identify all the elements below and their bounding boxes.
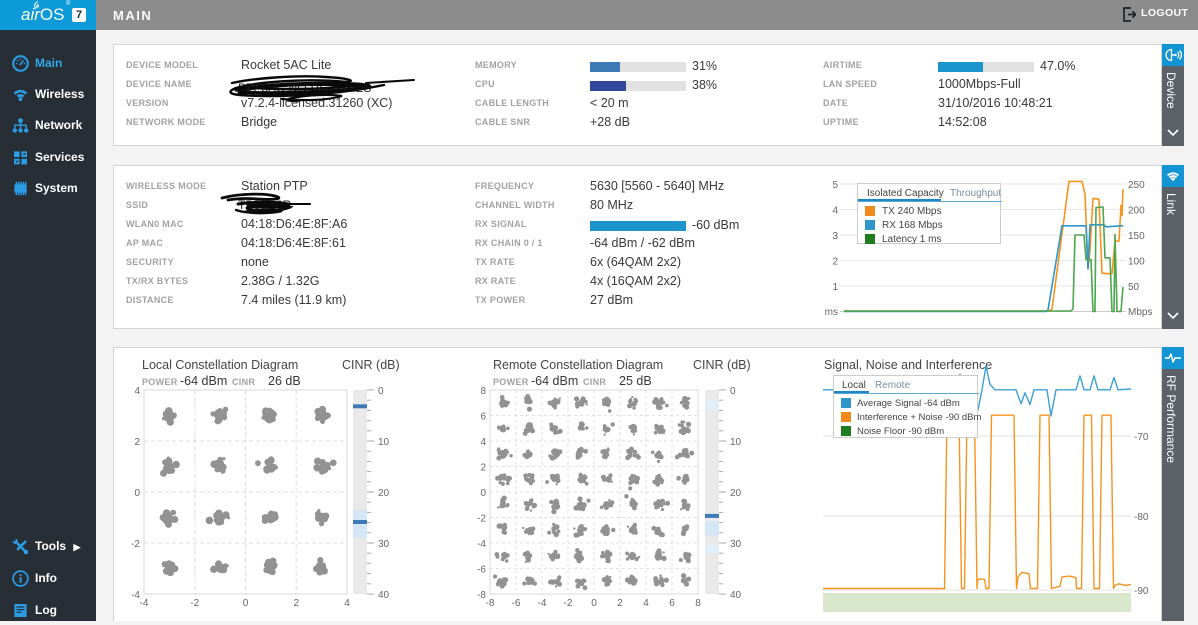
svg-text:6: 6 bbox=[669, 598, 675, 609]
svg-text:0: 0 bbox=[591, 598, 597, 609]
svg-text:40: 40 bbox=[730, 590, 742, 601]
svg-text:-8: -8 bbox=[486, 598, 495, 609]
svg-text:-2: -2 bbox=[131, 539, 140, 550]
svg-text:-4: -4 bbox=[477, 539, 486, 550]
svg-text:-70: -70 bbox=[1134, 432, 1149, 443]
svg-text:2: 2 bbox=[617, 598, 623, 609]
svg-text:-2: -2 bbox=[564, 598, 573, 609]
svg-text:4: 4 bbox=[643, 598, 649, 609]
svg-text:150: 150 bbox=[1128, 231, 1145, 242]
svg-text:8: 8 bbox=[695, 598, 701, 609]
svg-text:0: 0 bbox=[480, 488, 486, 499]
svg-text:100: 100 bbox=[1128, 257, 1145, 268]
svg-text:-90: -90 bbox=[1134, 586, 1149, 597]
svg-text:10: 10 bbox=[730, 437, 742, 448]
svg-text:3: 3 bbox=[832, 231, 838, 242]
svg-text:-2: -2 bbox=[190, 598, 199, 609]
svg-text:6: 6 bbox=[480, 412, 486, 423]
svg-text:Mbps: Mbps bbox=[1128, 307, 1152, 318]
svg-text:5: 5 bbox=[832, 180, 838, 191]
svg-text:2: 2 bbox=[293, 598, 299, 609]
svg-text:-6: -6 bbox=[477, 565, 486, 576]
svg-text:0: 0 bbox=[730, 386, 736, 397]
svg-text:2: 2 bbox=[480, 463, 486, 474]
svg-text:0: 0 bbox=[243, 598, 249, 609]
svg-text:8: 8 bbox=[480, 386, 486, 397]
svg-text:250: 250 bbox=[1128, 180, 1145, 191]
svg-text:30: 30 bbox=[730, 539, 742, 550]
svg-text:2: 2 bbox=[832, 257, 838, 268]
svg-text:4: 4 bbox=[134, 386, 140, 397]
svg-text:-2: -2 bbox=[477, 514, 486, 525]
svg-text:-4: -4 bbox=[140, 598, 149, 609]
svg-text:4: 4 bbox=[480, 437, 486, 448]
svg-text:40: 40 bbox=[378, 590, 390, 601]
svg-text:-6: -6 bbox=[512, 598, 521, 609]
svg-text:ms: ms bbox=[825, 307, 838, 318]
svg-text:20: 20 bbox=[378, 488, 390, 499]
svg-text:10: 10 bbox=[378, 437, 390, 448]
svg-text:4: 4 bbox=[344, 598, 350, 609]
svg-text:20: 20 bbox=[730, 488, 742, 499]
svg-text:4: 4 bbox=[832, 206, 838, 217]
svg-text:1: 1 bbox=[832, 282, 838, 293]
svg-text:2: 2 bbox=[134, 437, 140, 448]
svg-text:0: 0 bbox=[134, 488, 140, 499]
svg-text:0: 0 bbox=[378, 386, 384, 397]
svg-text:50: 50 bbox=[1128, 282, 1140, 293]
svg-text:-4: -4 bbox=[538, 598, 547, 609]
svg-text:-80: -80 bbox=[1134, 512, 1149, 523]
svg-text:30: 30 bbox=[378, 539, 390, 550]
svg-text:200: 200 bbox=[1128, 206, 1145, 217]
